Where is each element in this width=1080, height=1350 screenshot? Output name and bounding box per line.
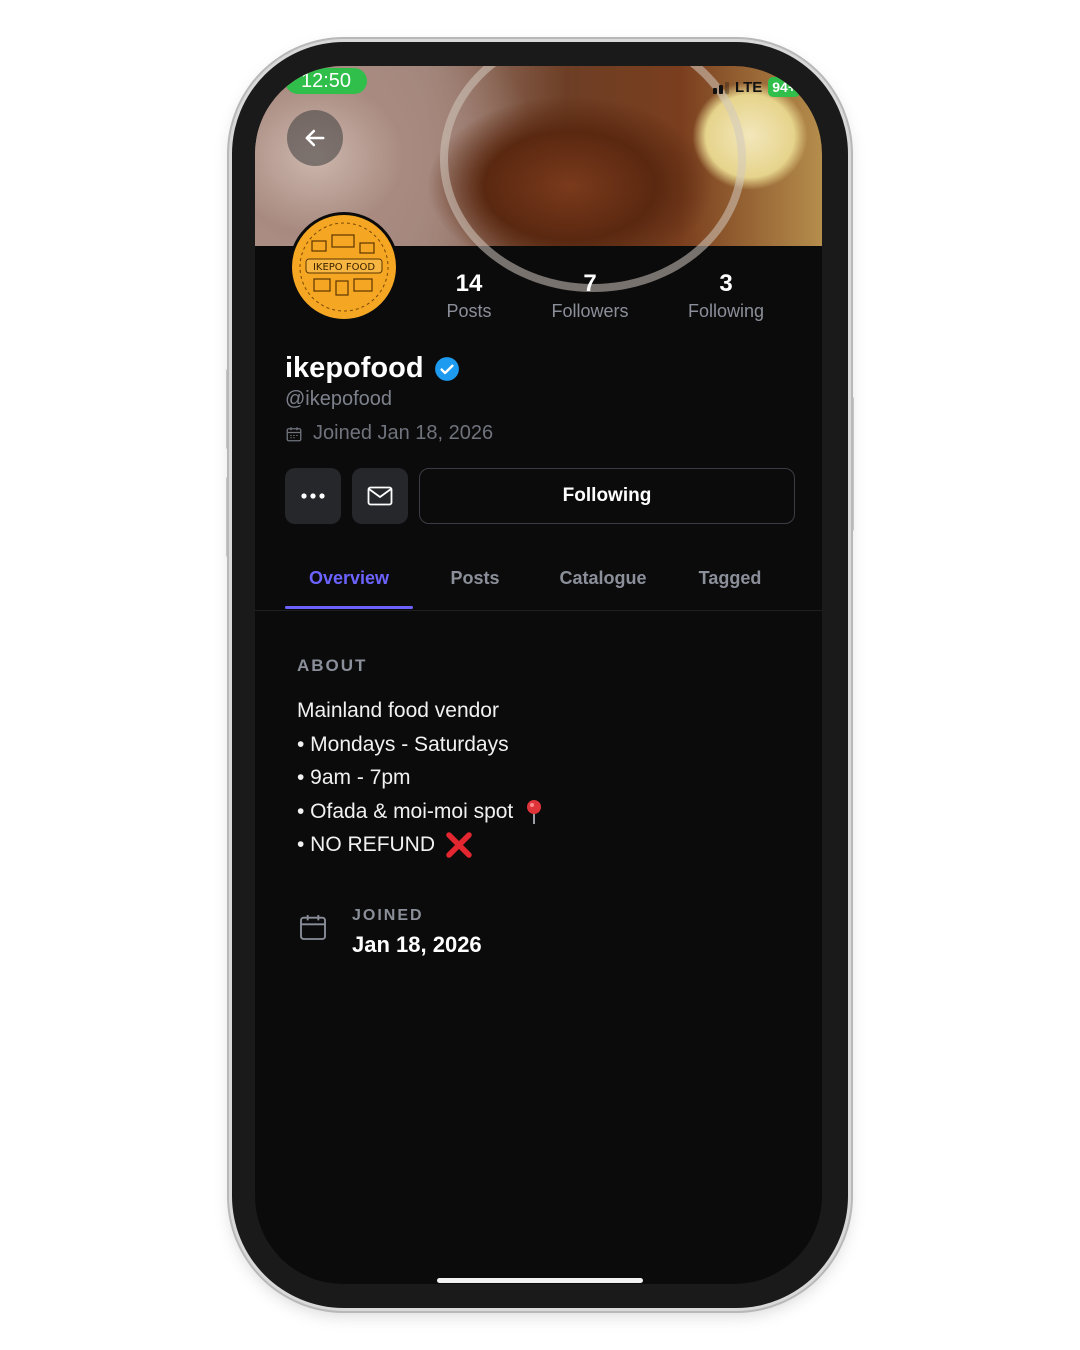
avatar[interactable]: IKEPO FOOD <box>289 212 399 322</box>
avatar-logo-text: IKEPO FOOD <box>313 262 375 273</box>
active-tab-indicator <box>285 606 413 609</box>
back-button[interactable] <box>287 110 343 166</box>
joined-date-line: Joined Jan 18, 2026 <box>285 422 493 445</box>
ikepo-food-logo: IKEPO FOOD <box>294 217 394 317</box>
verified-badge-icon <box>434 356 459 381</box>
battery-icon: 94+ <box>768 77 800 97</box>
tab-tagged[interactable]: Tagged <box>677 554 783 610</box>
power-button <box>848 396 854 532</box>
about-line: • 9am - 7pm <box>297 766 411 789</box>
stat-followers-label: Followers <box>551 301 629 321</box>
profile-tabs: Overview Posts Catalogue Tagged <box>285 554 795 610</box>
stat-posts[interactable]: 14 Posts <box>433 270 505 324</box>
joined-label: JOINED <box>352 907 424 924</box>
more-horizontal-icon <box>301 493 325 499</box>
tab-posts[interactable]: Posts <box>421 554 529 610</box>
stat-followers-value: 7 <box>583 270 597 297</box>
about-line: • Mondays - Saturdays <box>297 732 509 756</box>
display-name-text: ikepofood <box>285 352 424 384</box>
about-text: Mainland food vendor • Mondays - Saturda… <box>297 694 543 862</box>
status-indicators: LTE 94+ <box>713 76 800 98</box>
cross-mark-icon <box>446 832 472 859</box>
tab-catalogue[interactable]: Catalogue <box>543 554 663 610</box>
message-button[interactable] <box>352 468 408 524</box>
profile-screen: 12:50 LTE 94+ IKEPO FOOD 14 Posts 7 Foll… <box>255 66 822 1284</box>
home-indicator[interactable] <box>437 1278 643 1283</box>
about-line: • Ofada & moi-moi spot <box>297 795 543 829</box>
stat-followers[interactable]: 7 Followers <box>543 270 637 324</box>
arrow-left-icon <box>305 129 325 147</box>
calendar-icon <box>286 426 302 441</box>
pushpin-icon <box>527 799 542 824</box>
about-heading: ABOUT <box>297 656 368 675</box>
joined-date-text: Joined Jan 18, 2026 <box>313 422 494 444</box>
network-type: LTE <box>735 78 763 96</box>
tabs-divider <box>255 610 822 611</box>
following-button[interactable]: Following <box>419 468 795 524</box>
stat-following-label: Following <box>687 301 765 321</box>
mail-icon <box>367 486 393 506</box>
more-options-button[interactable] <box>285 468 341 524</box>
calendar-icon <box>300 915 326 940</box>
stat-posts-label: Posts <box>446 301 492 321</box>
signal-icon <box>713 80 730 94</box>
stat-following-value: 3 <box>719 270 733 297</box>
stat-following[interactable]: 3 Following <box>679 270 773 324</box>
status-time: 12:50 <box>285 68 367 94</box>
about-line: • NO REFUND <box>297 828 543 862</box>
stat-posts-value: 14 <box>455 270 483 297</box>
tab-overview[interactable]: Overview <box>285 554 413 610</box>
joined-value: Jan 18, 2026 <box>352 932 482 957</box>
about-line: Mainland food vendor <box>297 699 499 722</box>
profile-handle: @ikepofood <box>285 388 393 410</box>
banner-bowl-decoration <box>440 66 746 292</box>
profile-display-name: ikepofood <box>285 352 460 385</box>
